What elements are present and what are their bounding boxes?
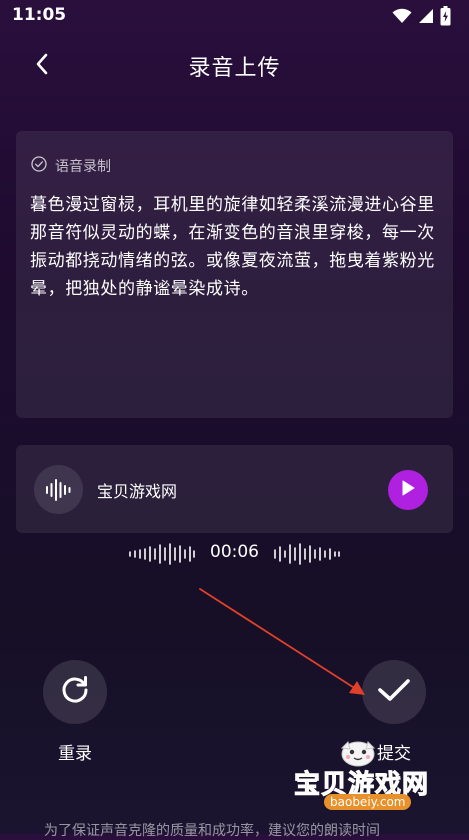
audio-item-card: 宝贝游戏网 xyxy=(16,445,453,533)
page-title: 录音上传 xyxy=(188,56,281,81)
reading-passage: 暮色漫过窗棂，耳机里的旋律如轻柔溪流漫进心谷里那音符似灵动的蝶，在渐变色的音浪里… xyxy=(30,195,435,299)
refresh-icon xyxy=(58,673,92,711)
watermark-domain: baobeiy.com xyxy=(324,794,412,810)
wifi-icon xyxy=(392,8,412,28)
watermark-logo: 宝贝游戏网 baobeiy.com xyxy=(290,738,440,814)
card-label-text: 语音录制 xyxy=(55,159,111,175)
card-label: 语音录制 xyxy=(31,156,111,176)
battery-charging-icon xyxy=(440,6,451,30)
signal-icon xyxy=(418,8,434,28)
redo-label: 重录 xyxy=(58,744,92,764)
submit-button[interactable] xyxy=(362,660,426,724)
audio-name: 宝贝游戏网 xyxy=(97,482,178,501)
check-icon xyxy=(377,677,411,707)
status-bar: 11:05 xyxy=(0,0,469,34)
redo-button[interactable] xyxy=(43,660,107,724)
status-time: 11:05 xyxy=(12,5,67,25)
waveform-right-icon xyxy=(273,542,341,570)
nav-bar: 录音上传 xyxy=(0,40,469,92)
play-icon xyxy=(400,479,416,501)
timer-value: 00:06 xyxy=(210,542,259,562)
play-button[interactable] xyxy=(388,470,428,510)
status-icons xyxy=(392,6,451,30)
check-circle-icon xyxy=(31,156,47,176)
sound-wave-icon xyxy=(34,465,83,514)
footer-hint: 为了保证声音克隆的质量和成功率，建议您的朗读时间 xyxy=(44,823,380,839)
recording-timer: 00:06 xyxy=(0,538,469,568)
recording-text-card: 语音录制 暮色漫过窗棂，耳机里的旋律如轻柔溪流漫进心谷里那音符似灵动的蝶，在渐变… xyxy=(16,131,453,418)
waveform-left-icon xyxy=(128,542,196,570)
